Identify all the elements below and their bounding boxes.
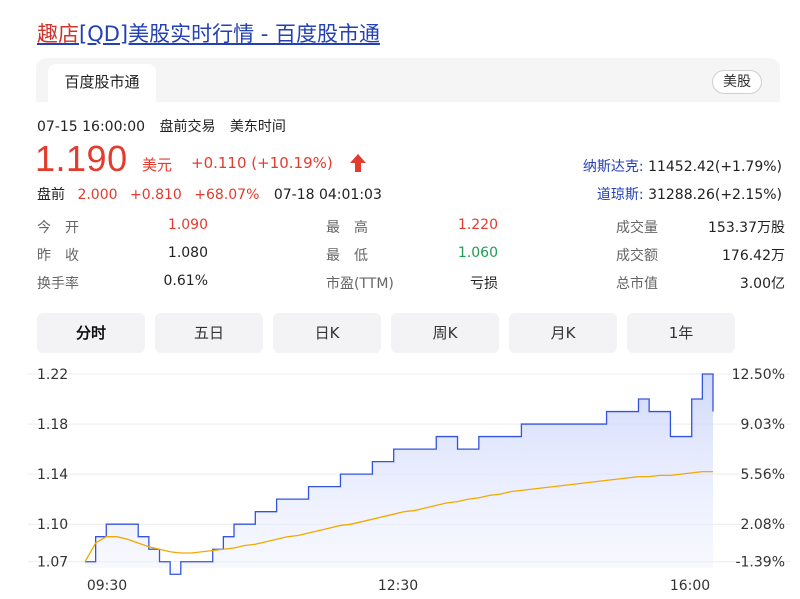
x-axis: 09:30 12:30 16:00 bbox=[87, 578, 710, 594]
market-tag: 美股 bbox=[712, 70, 762, 94]
stat-high-value: 1.220 bbox=[457, 217, 498, 233]
current-price: 1.190 bbox=[35, 138, 128, 179]
stat-volume-label: 成交量 bbox=[616, 220, 658, 236]
stat-low-label: 最 低 bbox=[326, 248, 368, 264]
stat-pe-label: 市盈(TTM) bbox=[326, 276, 394, 292]
index-dow-name[interactable]: 道琼斯: bbox=[597, 187, 644, 203]
y-tick-right: 9.03% bbox=[741, 417, 785, 433]
y-tick-left: 1.10 bbox=[37, 517, 68, 533]
period-tab-monthly[interactable]: 月K bbox=[509, 313, 617, 353]
y-tick-left: 1.07 bbox=[37, 555, 68, 571]
stats-row: 昨 收 1.080 最 低 1.060 成交额 176.42万 bbox=[37, 241, 785, 269]
quote-timestamp: 07-15 16:00:00 bbox=[37, 119, 146, 135]
period-tabs: 分时 五日 日K 周K 月K 1年 bbox=[37, 313, 735, 353]
arrow-up-icon bbox=[350, 154, 366, 172]
x-tick: 12:30 bbox=[378, 578, 418, 594]
stat-amount-value: 176.42万 bbox=[722, 248, 785, 264]
y-axis-right: 12.50% 9.03% 5.56% 2.08% -1.39% bbox=[732, 367, 785, 571]
stat-mktcap-value: 3.00亿 bbox=[739, 276, 785, 292]
index-dow-value: 31288.26(+2.15%) bbox=[648, 187, 782, 203]
stats-row: 今 开 1.090 最 高 1.220 成交量 153.37万股 bbox=[37, 213, 785, 241]
quote-session: 盘前交易 bbox=[159, 119, 216, 135]
title-company-name[interactable]: 趣店 bbox=[37, 22, 79, 46]
premarket-label: 盘前 bbox=[37, 187, 65, 203]
stat-turnover-label: 换手率 bbox=[37, 276, 79, 292]
x-tick: 09:30 bbox=[87, 578, 127, 594]
premarket-pct: +68.07% bbox=[194, 187, 260, 203]
period-tab-1year[interactable]: 1年 bbox=[627, 313, 735, 353]
page-title[interactable]: 趣店[QD]美股实时行情 - 百度股市通 bbox=[37, 18, 380, 48]
index-nasdaq[interactable]: 纳斯达克: 11452.42(+1.79%) bbox=[583, 156, 782, 176]
stat-pe-value: 亏损 bbox=[470, 276, 498, 292]
period-tab-weekly[interactable]: 周K bbox=[391, 313, 499, 353]
stat-prev-value: 1.080 bbox=[167, 245, 208, 261]
period-tab-intraday[interactable]: 分时 bbox=[37, 313, 145, 353]
title-rest[interactable]: [QD]美股实时行情 - 百度股市通 bbox=[79, 22, 380, 46]
period-tab-daily[interactable]: 日K bbox=[273, 313, 381, 353]
y-tick-right: 2.08% bbox=[741, 517, 785, 533]
stat-turnover-value: 0.61% bbox=[163, 273, 208, 289]
stat-mktcap-label: 总市值 bbox=[616, 276, 658, 292]
y-tick-left: 1.14 bbox=[37, 467, 68, 483]
quote-timezone: 美东时间 bbox=[229, 119, 286, 135]
y-tick-left: 1.22 bbox=[37, 367, 68, 383]
tab-baidu-stock[interactable]: 百度股市通 bbox=[48, 64, 156, 102]
stat-prev-label: 昨 收 bbox=[37, 248, 79, 264]
y-tick-left: 1.18 bbox=[37, 417, 68, 433]
premarket-time: 07-18 04:01:03 bbox=[273, 187, 382, 203]
price-change: +0.110 (+10.19%) bbox=[191, 154, 333, 172]
stat-open-label: 今 开 bbox=[37, 220, 79, 236]
stat-volume-value: 153.37万股 bbox=[708, 220, 785, 236]
stat-amount-label: 成交额 bbox=[616, 248, 658, 264]
y-tick-right: -1.39% bbox=[735, 555, 785, 571]
x-tick: 16:00 bbox=[670, 578, 710, 594]
index-dow[interactable]: 道琼斯: 31288.26(+2.15%) bbox=[597, 184, 782, 204]
y-axis-left: 1.22 1.18 1.14 1.10 1.07 bbox=[37, 367, 68, 571]
premarket-change: +0.810 bbox=[130, 187, 182, 203]
period-tab-5day[interactable]: 五日 bbox=[155, 313, 263, 353]
y-tick-right: 5.56% bbox=[741, 467, 785, 483]
intraday-chart[interactable]: 1.22 1.18 1.14 1.10 1.07 12.50% 9.03% 5.56% 2.0… bbox=[0, 360, 800, 599]
price-currency: 美元 bbox=[142, 156, 173, 174]
stats-row: 换手率 0.61% 市盈(TTM) 亏损 总市值 3.00亿 bbox=[37, 269, 785, 297]
y-tick-right: 12.50% bbox=[732, 367, 785, 383]
premarket-row: 盘前 2.000 +0.810 +68.07% 07-18 04:01:03 bbox=[37, 184, 382, 204]
premarket-price: 2.000 bbox=[77, 187, 118, 203]
index-nasdaq-name[interactable]: 纳斯达克: bbox=[583, 159, 644, 175]
index-nasdaq-value: 11452.42(+1.79%) bbox=[648, 159, 782, 175]
stat-high-label: 最 高 bbox=[326, 220, 368, 236]
stat-low-value: 1.060 bbox=[457, 245, 498, 261]
quote-meta: 07-15 16:00:00 盘前交易 美东时间 bbox=[37, 116, 296, 136]
stat-open-value: 1.090 bbox=[167, 217, 208, 233]
stats-grid: 今 开 1.090 最 高 1.220 成交量 153.37万股 昨 收 1.0… bbox=[37, 213, 785, 297]
